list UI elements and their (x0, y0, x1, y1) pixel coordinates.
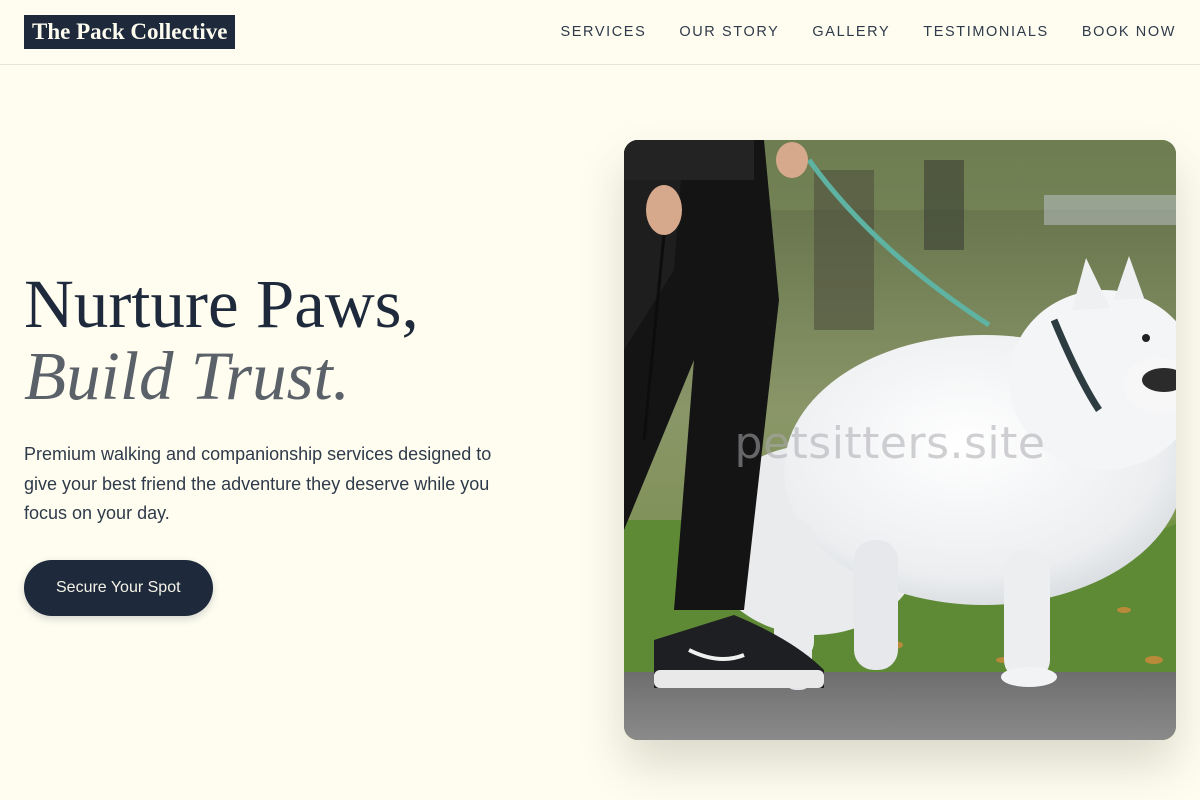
brand-logo[interactable]: The Pack Collective (24, 15, 236, 49)
nav-link-services[interactable]: SERVICES (560, 24, 646, 40)
hero-photo: petsitters.site (624, 140, 1176, 740)
secure-spot-button[interactable]: Secure Your Spot (24, 559, 213, 616)
hero-lead-text: Premium walking and companionship servic… (24, 444, 492, 523)
headline-line-1: Nurture Paws, (24, 266, 419, 342)
nav-link-gallery[interactable]: GALLERY (812, 24, 890, 40)
nav-link-testimonials[interactable]: TESTIMONIALS (923, 24, 1049, 40)
site-header: The Pack Collective SERVICES OUR STORY G… (0, 0, 1200, 65)
page: The Pack Collective SERVICES OUR STORY G… (0, 0, 1200, 800)
hero-text: Nurture Paws, Build Trust. Premium walki… (24, 268, 544, 616)
nav-link-book-now[interactable]: BOOK NOW (1082, 24, 1176, 40)
dog-walk-illustration (624, 140, 1176, 740)
nav-link-our-story[interactable]: OUR STORY (679, 24, 779, 40)
hero-headline: Nurture Paws, Build Trust. (24, 268, 544, 412)
headline-line-2: Build Trust. (24, 338, 350, 414)
main-nav: SERVICES OUR STORY GALLERY TESTIMONIALS … (560, 24, 1176, 40)
